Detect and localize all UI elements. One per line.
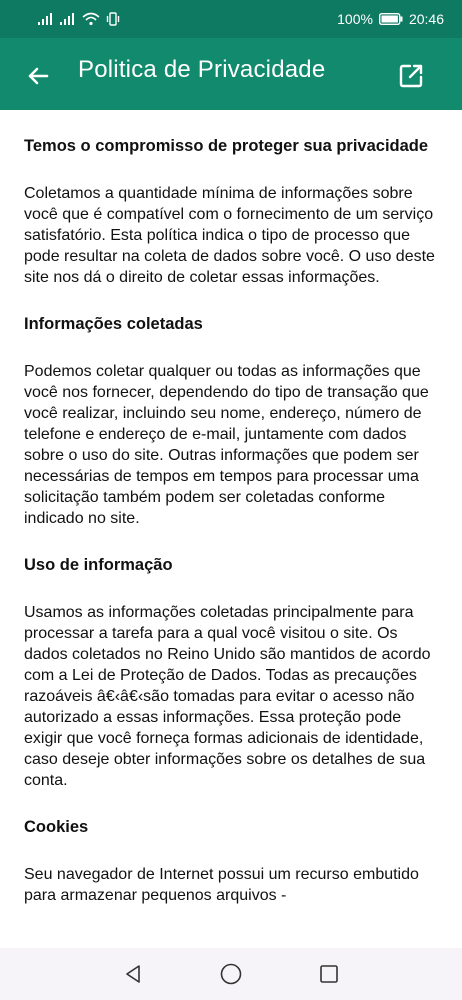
policy-content[interactable]: Temos o compromisso de proteger sua priv… (24, 110, 438, 948)
signal-icon-2 (60, 13, 74, 25)
arrow-left-icon (28, 67, 49, 85)
square-recents-icon (320, 965, 338, 983)
open-in-new-icon (399, 64, 423, 88)
section-heading: Temos o compromisso de proteger sua priv… (24, 137, 429, 155)
section-heading: Cookies (24, 818, 89, 836)
wifi-icon (82, 12, 100, 26)
section-paragraph: Podemos coletar qualquer ou todas as inf… (24, 363, 429, 527)
status-right: 100% 20:46 (337, 11, 444, 27)
nav-back-button[interactable] (117, 958, 149, 990)
section-heading: Uso de informação (24, 556, 173, 574)
triangle-back-icon (126, 965, 140, 983)
app-bar: Politica de Privacidade (0, 38, 462, 110)
page-title: Politica de Privacidade (78, 56, 326, 83)
section-paragraph: Coletamos a quantidade mínima de informa… (24, 185, 435, 286)
clock: 20:46 (408, 11, 444, 27)
nav-home-button[interactable] (215, 958, 247, 990)
open-external-button[interactable] (395, 60, 427, 92)
system-nav-bar (0, 948, 462, 1000)
section-heading: Informações coletadas (24, 315, 203, 333)
nav-recents-button[interactable] (313, 958, 345, 990)
back-button[interactable] (22, 60, 54, 92)
section-paragraph: Seu navegador de Internet possui um recu… (24, 866, 419, 904)
battery-icon (378, 13, 403, 25)
signal-icon (38, 13, 52, 25)
status-left (38, 12, 120, 26)
circle-home-icon (220, 963, 242, 985)
section-paragraph: Usamos as informações coletadas principa… (24, 604, 431, 789)
status-bar: 100% 20:46 (0, 0, 462, 38)
vibrate-icon (106, 12, 120, 26)
battery-percent: 100% (337, 11, 373, 27)
